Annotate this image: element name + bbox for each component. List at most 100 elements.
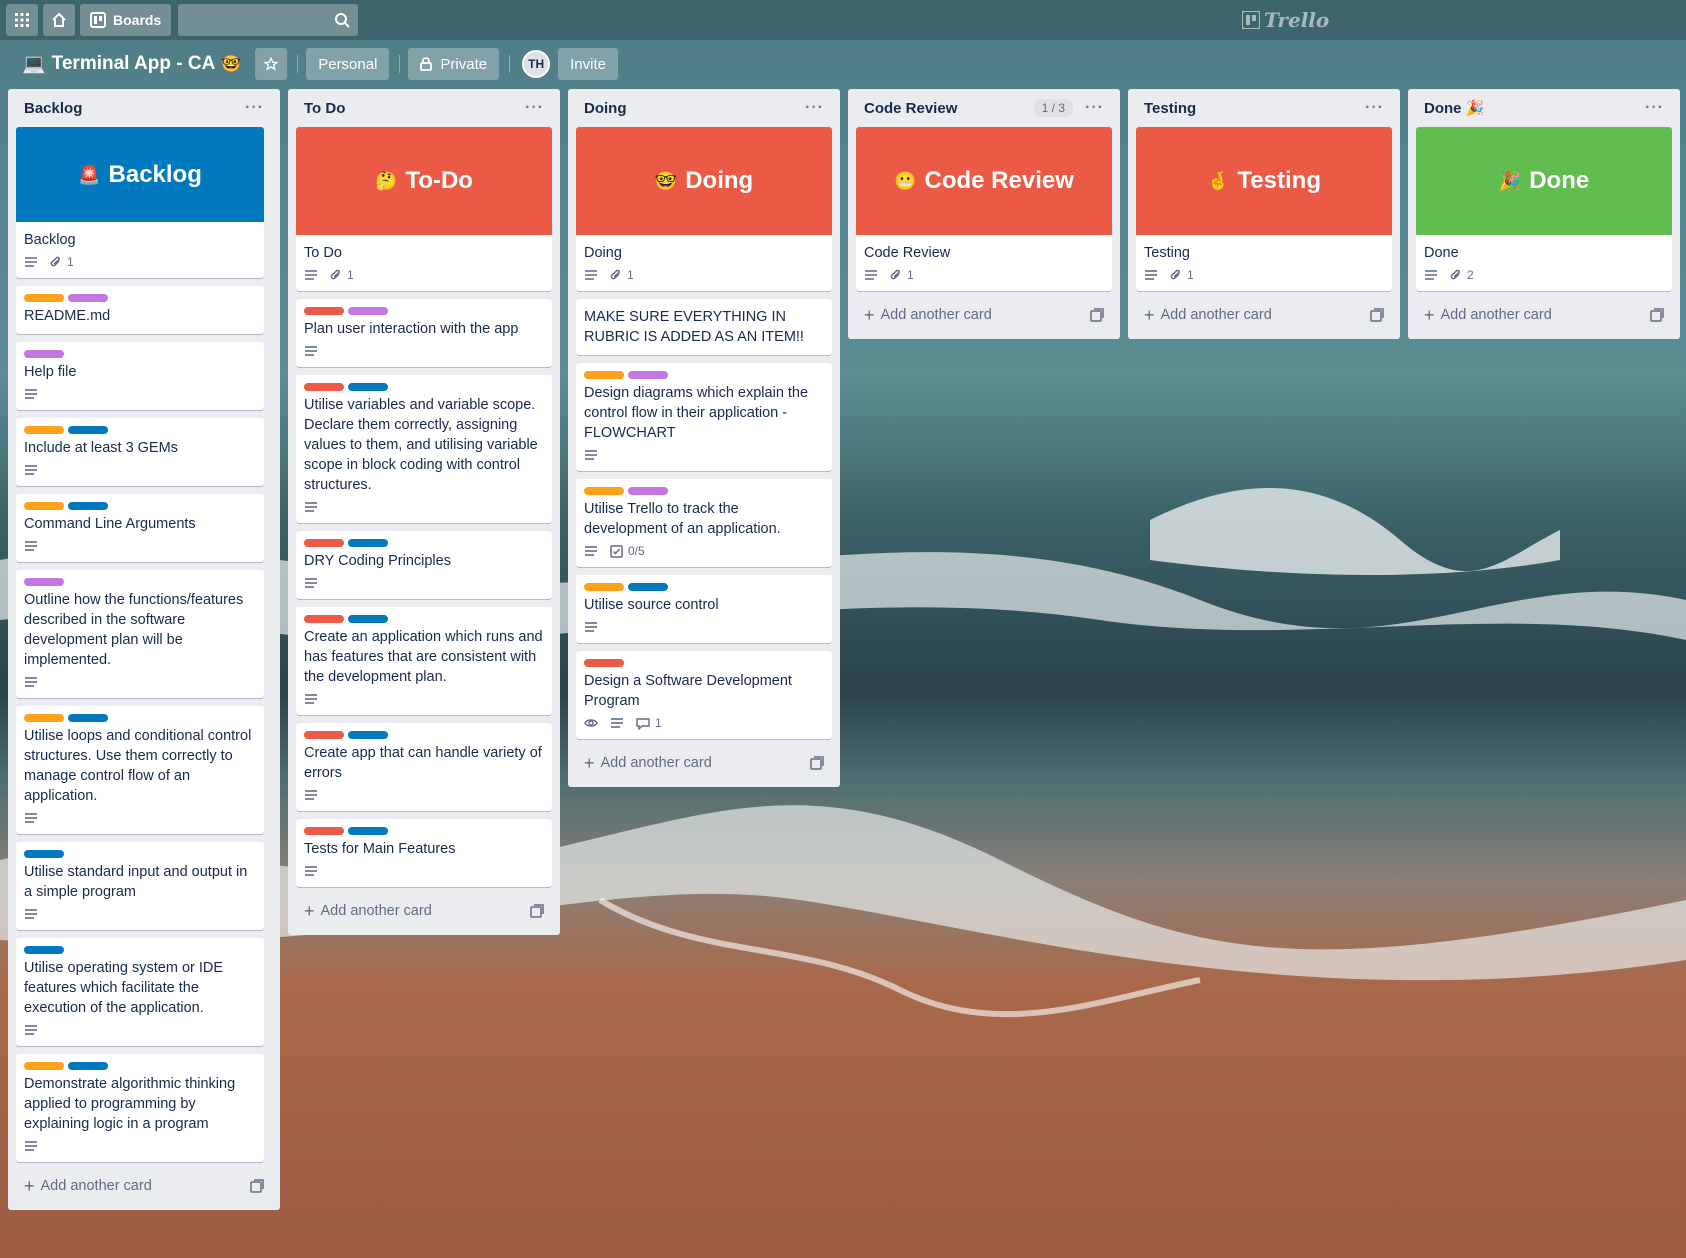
label-blue[interactable] <box>348 383 388 391</box>
label-orange[interactable] <box>584 583 624 591</box>
list-card[interactable]: Command Line Arguments <box>16 494 264 562</box>
list-menu-icon[interactable]: ··· <box>525 99 544 117</box>
label-red[interactable] <box>304 539 344 547</box>
label-orange[interactable] <box>24 294 64 302</box>
label-purple[interactable] <box>628 371 668 379</box>
add-card-button[interactable]: + Add another card <box>16 1170 272 1202</box>
create-from-template-icon[interactable] <box>1090 308 1104 322</box>
create-from-template-icon[interactable] <box>250 1179 264 1193</box>
team-visibility-button[interactable]: Personal <box>306 48 390 80</box>
list-title: Testing <box>1144 99 1197 117</box>
list-card[interactable]: Tests for Main Features <box>296 819 552 887</box>
list-card[interactable]: Design a Software Development Program 1 <box>576 651 832 739</box>
card-badges: 1 <box>304 263 544 287</box>
label-red[interactable] <box>304 731 344 739</box>
boards-button[interactable]: Boards <box>80 4 172 36</box>
list-header[interactable]: Backlog ··· <box>16 89 272 127</box>
label-purple[interactable] <box>628 487 668 495</box>
list-card[interactable]: Utilise operating system or IDE features… <box>16 938 264 1046</box>
list-card[interactable]: README.md <box>16 286 264 334</box>
label-red[interactable] <box>584 659 624 667</box>
label-blue[interactable] <box>24 946 64 954</box>
search-input[interactable] <box>178 4 359 36</box>
cover-card[interactable]: 😬 Code Review Code Review 1 <box>856 127 1112 291</box>
label-purple[interactable] <box>24 578 64 586</box>
list-header[interactable]: To Do ··· <box>296 89 552 127</box>
label-red[interactable] <box>304 307 344 315</box>
list-menu-icon[interactable]: ··· <box>1085 99 1104 117</box>
cover-card[interactable]: 🤓 Doing Doing 1 <box>576 127 832 291</box>
label-blue[interactable] <box>68 426 108 434</box>
label-blue[interactable] <box>68 502 108 510</box>
create-from-template-icon[interactable] <box>810 756 824 770</box>
label-red[interactable] <box>304 383 344 391</box>
label-purple[interactable] <box>68 294 108 302</box>
label-blue[interactable] <box>348 731 388 739</box>
list-header[interactable]: Doing ··· <box>576 89 832 127</box>
list-menu-icon[interactable]: ··· <box>245 99 264 117</box>
label-blue[interactable] <box>628 583 668 591</box>
home-button[interactable] <box>43 4 75 36</box>
list-card[interactable]: Outline how the functions/features descr… <box>16 570 264 698</box>
list-header[interactable]: Code Review 1 / 3 ··· <box>856 89 1112 127</box>
list-card[interactable]: Utilise variables and variable scope. De… <box>296 375 552 523</box>
label-blue[interactable] <box>24 850 64 858</box>
create-from-template-icon[interactable] <box>1650 308 1664 322</box>
member-avatar[interactable]: TH <box>522 50 551 78</box>
list-card[interactable]: Create an application which runs and has… <box>296 607 552 715</box>
label-purple[interactable] <box>348 307 388 315</box>
label-blue[interactable] <box>68 714 108 722</box>
list-card[interactable]: Utilise loops and conditional control st… <box>16 706 264 834</box>
label-purple[interactable] <box>24 350 64 358</box>
cover-card[interactable]: 🎉 Done Done 2 <box>1416 127 1672 291</box>
list-card[interactable]: Plan user interaction with the app <box>296 299 552 367</box>
create-from-template-icon[interactable] <box>530 904 544 918</box>
label-orange[interactable] <box>584 487 624 495</box>
list-card[interactable]: Utilise source control <box>576 575 832 643</box>
list-card[interactable]: MAKE SURE EVERYTHING IN RUBRIC IS ADDED … <box>576 299 832 355</box>
apps-grid-button[interactable] <box>6 4 38 36</box>
star-button[interactable] <box>255 48 288 80</box>
add-card-button[interactable]: + Add another card <box>296 895 552 927</box>
card-title: Utilise standard input and output in a s… <box>24 864 248 900</box>
list-menu-icon[interactable]: ··· <box>1645 99 1664 117</box>
list-card[interactable]: Demonstrate algorithmic thinking applied… <box>16 1054 264 1162</box>
invite-button[interactable]: Invite <box>558 48 618 80</box>
label-red[interactable] <box>304 827 344 835</box>
board-title[interactable]: 💻 Terminal App - CA 🤓 <box>20 52 247 76</box>
cover-card[interactable]: 🤞 Testing Testing 1 <box>1136 127 1392 291</box>
list-card[interactable]: Utilise Trello to track the development … <box>576 479 832 567</box>
label-blue[interactable] <box>348 615 388 623</box>
label-orange[interactable] <box>24 1062 64 1070</box>
label-red[interactable] <box>304 615 344 623</box>
label-blue[interactable] <box>348 539 388 547</box>
add-card-button[interactable]: + Add another card <box>1416 299 1672 331</box>
add-card-button[interactable]: + Add another card <box>1136 299 1392 331</box>
add-card-button[interactable]: + Add another card <box>576 747 832 779</box>
create-from-template-icon[interactable] <box>1370 308 1384 322</box>
list-card[interactable]: Help file <box>16 342 264 410</box>
list-header[interactable]: Testing ··· <box>1136 89 1392 127</box>
list-card[interactable]: Create app that can handle variety of er… <box>296 723 552 811</box>
list-menu-icon[interactable]: ··· <box>1365 99 1384 117</box>
card-labels <box>304 539 544 547</box>
list-card[interactable]: Include at least 3 GEMs <box>16 418 264 486</box>
label-orange[interactable] <box>24 502 64 510</box>
privacy-button[interactable]: Private <box>408 48 500 80</box>
list-card[interactable]: DRY Coding Principles <box>296 531 552 599</box>
label-orange[interactable] <box>584 371 624 379</box>
cover-card[interactable]: 🚨 Backlog Backlog 1 <box>16 127 264 278</box>
paperclip-icon <box>1450 269 1462 281</box>
label-blue[interactable] <box>68 1062 108 1070</box>
add-card-button[interactable]: + Add another card <box>856 299 1112 331</box>
label-orange[interactable] <box>24 426 64 434</box>
list-menu-icon[interactable]: ··· <box>805 99 824 117</box>
list-header[interactable]: Done 🎉 ··· <box>1416 89 1672 127</box>
trello-logo[interactable]: Trello <box>1242 8 1329 32</box>
checklist-count: 0/5 <box>628 544 645 558</box>
cover-card[interactable]: 🤔 To-Do To Do 1 <box>296 127 552 291</box>
label-blue[interactable] <box>348 827 388 835</box>
list-card[interactable]: Utilise standard input and output in a s… <box>16 842 264 930</box>
label-orange[interactable] <box>24 714 64 722</box>
list-card[interactable]: Design diagrams which explain the contro… <box>576 363 832 471</box>
